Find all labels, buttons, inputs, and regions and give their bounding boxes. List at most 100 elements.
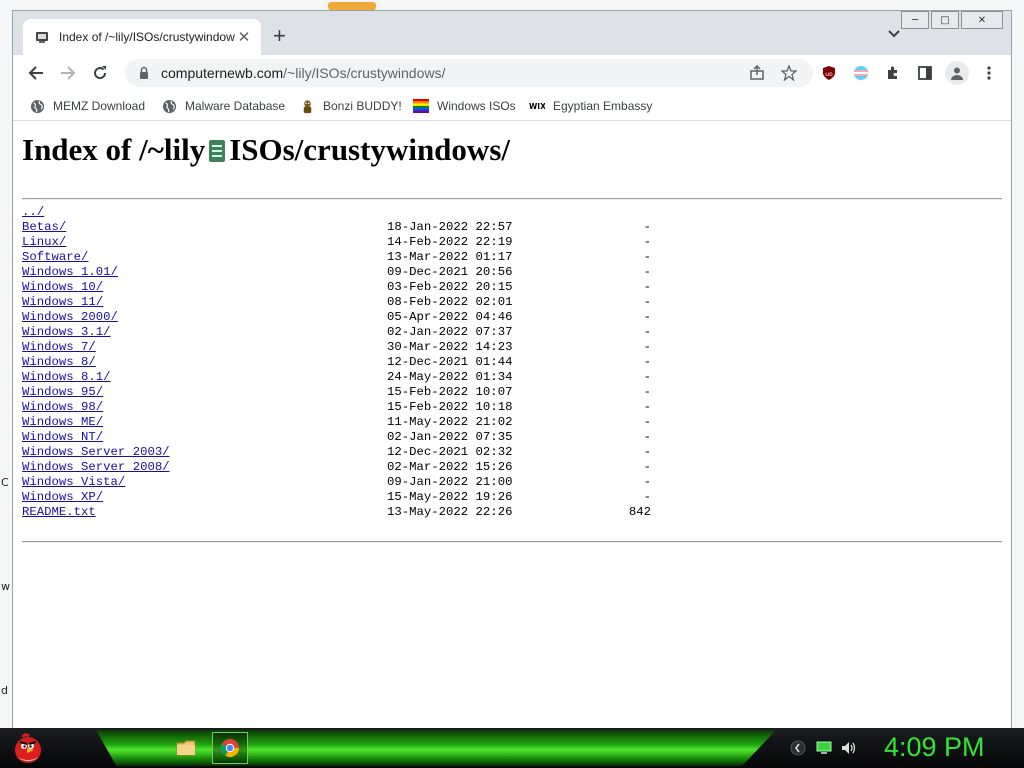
entry-date: 15-May-2022 19:26 bbox=[387, 490, 513, 504]
entry-date: 02-Jan-2022 07:37 bbox=[387, 325, 513, 339]
bookmark-malware-database[interactable]: Malware Database bbox=[161, 96, 285, 116]
entry-link[interactable]: Windows 10/ bbox=[22, 280, 103, 295]
entry-size: - bbox=[643, 250, 651, 264]
tab-close-icon[interactable]: ✕ bbox=[235, 28, 253, 46]
page-title-part: ISOs/crustywindows/ bbox=[229, 132, 510, 167]
entry-size: - bbox=[643, 265, 651, 279]
entry-link[interactable]: Betas/ bbox=[22, 220, 66, 235]
browser-tab-active[interactable]: Index of /~lily/ISOs/crustywindows/ ✕ bbox=[23, 19, 261, 55]
bookmark-label: Egyptian Embassy bbox=[553, 99, 653, 113]
entry-link[interactable]: Windows 11/ bbox=[22, 295, 103, 310]
entry-size: - bbox=[643, 430, 651, 444]
entry-date: 03-Feb-2022 20:15 bbox=[387, 280, 513, 294]
close-window-button[interactable]: ✕ bbox=[961, 11, 1003, 29]
page-title: Index of /~lily ISOs/crustywindows/ bbox=[22, 132, 510, 168]
entry-date: 09-Jan-2022 21:00 bbox=[387, 475, 513, 489]
entry-link[interactable]: Windows 3.1/ bbox=[22, 325, 111, 340]
entry-size: - bbox=[643, 460, 651, 474]
bookmark-label: Bonzi BUDDY! bbox=[323, 99, 402, 113]
entry-link[interactable]: Windows Server 2008/ bbox=[22, 460, 170, 475]
extensions-puzzle-icon[interactable] bbox=[883, 63, 903, 83]
desktop-right-edge bbox=[1012, 0, 1024, 730]
angry-bird-icon[interactable] bbox=[8, 730, 48, 766]
chrome-icon[interactable] bbox=[212, 732, 248, 764]
bonzi-icon bbox=[299, 98, 315, 114]
window-controls: ─ □ ✕ bbox=[899, 11, 1003, 29]
entry-date: 15-Feb-2022 10:18 bbox=[387, 400, 513, 414]
share-icon[interactable] bbox=[749, 64, 765, 81]
bookmark-star-icon[interactable] bbox=[780, 64, 798, 82]
entry-size: - bbox=[643, 370, 651, 384]
desktop-edge-letter: d bbox=[1, 684, 8, 697]
back-icon[interactable] bbox=[24, 61, 48, 85]
url-host: computernewb.com bbox=[161, 65, 284, 81]
entry-date: 18-Jan-2022 22:57 bbox=[387, 220, 513, 234]
entry-link[interactable]: Windows 2000/ bbox=[22, 310, 118, 325]
entry-date: 05-Apr-2022 04:46 bbox=[387, 310, 513, 324]
side-panel-icon[interactable] bbox=[915, 63, 935, 83]
globe-icon bbox=[29, 98, 45, 114]
desktop-left-edge: C w d bbox=[0, 0, 12, 730]
entry-link[interactable]: Windows NT/ bbox=[22, 430, 103, 445]
ublock-icon[interactable]: uo bbox=[819, 63, 839, 83]
entry-link[interactable]: Windows Server 2003/ bbox=[22, 445, 170, 460]
entry-date: 15-Feb-2022 10:07 bbox=[387, 385, 513, 399]
volume-icon[interactable] bbox=[841, 740, 857, 756]
tab-strip: Index of /~lily/ISOs/crustywindows/ ✕ + … bbox=[13, 11, 1011, 55]
new-tab-icon[interactable]: + bbox=[273, 25, 286, 47]
entry-date: 13-May-2022 22:26 bbox=[387, 505, 513, 519]
globe-icon bbox=[161, 98, 177, 114]
cursor-glyph-icon bbox=[206, 136, 228, 162]
entry-link[interactable]: Windows 1.01/ bbox=[22, 265, 118, 280]
entry-size: - bbox=[643, 310, 651, 324]
entry-link[interactable]: Software/ bbox=[22, 250, 88, 265]
entry-date: 14-Feb-2022 22:19 bbox=[387, 235, 513, 249]
entry-size: - bbox=[643, 475, 651, 489]
entry-link[interactable]: Windows 8/ bbox=[22, 355, 96, 370]
network-icon[interactable] bbox=[816, 740, 832, 756]
browser-window: Index of /~lily/ISOs/crustywindows/ ✕ + … bbox=[12, 10, 1012, 728]
entry-link[interactable]: Windows ME/ bbox=[22, 415, 103, 430]
taskbar-clock[interactable]: 4:09 PM bbox=[884, 732, 985, 763]
bookmark-label: MEMZ Download bbox=[53, 99, 146, 113]
pride-extension-icon[interactable] bbox=[851, 63, 871, 83]
entry-link[interactable]: Windows 8.1/ bbox=[22, 370, 111, 385]
entry-link[interactable]: Windows Vista/ bbox=[22, 475, 125, 490]
entry-size: - bbox=[643, 385, 651, 399]
bookmark-egyptian-embassy[interactable]: WIX Egyptian Embassy bbox=[529, 96, 652, 116]
entry-size: - bbox=[643, 325, 651, 339]
maximize-button[interactable]: □ bbox=[931, 11, 959, 29]
bookmark-bonzi-buddy[interactable]: Bonzi BUDDY! bbox=[299, 96, 402, 116]
entry-link[interactable]: Windows 7/ bbox=[22, 340, 96, 355]
minimize-button[interactable]: ─ bbox=[901, 11, 929, 29]
entry-date: 24-May-2022 01:34 bbox=[387, 370, 513, 384]
menu-kebab-icon[interactable] bbox=[979, 63, 999, 83]
entry-size: - bbox=[643, 295, 651, 309]
entry-size: 842 bbox=[628, 505, 651, 519]
forward-icon[interactable] bbox=[56, 61, 80, 85]
entry-size: - bbox=[643, 415, 651, 429]
entry-link[interactable]: README.txt bbox=[22, 505, 96, 520]
profile-avatar-icon[interactable] bbox=[945, 61, 969, 85]
entry-link[interactable]: Linux/ bbox=[22, 235, 66, 250]
address-bar[interactable]: computernewb.com/~lily/ISOs/crustywindow… bbox=[125, 59, 813, 87]
desktop-edge-letter: C bbox=[1, 476, 9, 489]
divider-bottom bbox=[22, 541, 1002, 543]
lock-icon[interactable] bbox=[137, 66, 151, 80]
entry-link[interactable]: Windows XP/ bbox=[22, 490, 103, 505]
taskbar: 4:09 PM bbox=[0, 728, 1024, 768]
entry-date: 02-Mar-2022 15:26 bbox=[387, 460, 513, 474]
parent-directory-link[interactable]: ../ bbox=[22, 205, 44, 220]
entry-link[interactable]: Windows 98/ bbox=[22, 400, 103, 415]
entry-date: 11-May-2022 21:02 bbox=[387, 415, 513, 429]
tab-title: Index of /~lily/ISOs/crustywindows/ bbox=[59, 30, 235, 44]
page-content: Index of /~lily ISOs/crustywindows/ ../ B… bbox=[13, 122, 1011, 728]
bookmarks-bar: MEMZ Download Malware Database Bonzi BUD… bbox=[13, 91, 1011, 121]
entry-link[interactable]: Windows 95/ bbox=[22, 385, 103, 400]
folder-icon[interactable] bbox=[168, 732, 204, 764]
entry-size: - bbox=[643, 490, 651, 504]
reload-icon[interactable] bbox=[88, 61, 112, 85]
bookmark-windows-isos[interactable]: Windows ISOs bbox=[413, 96, 516, 116]
bookmark-memz-download[interactable]: MEMZ Download bbox=[29, 96, 145, 116]
tray-chevron-icon[interactable] bbox=[790, 740, 806, 756]
